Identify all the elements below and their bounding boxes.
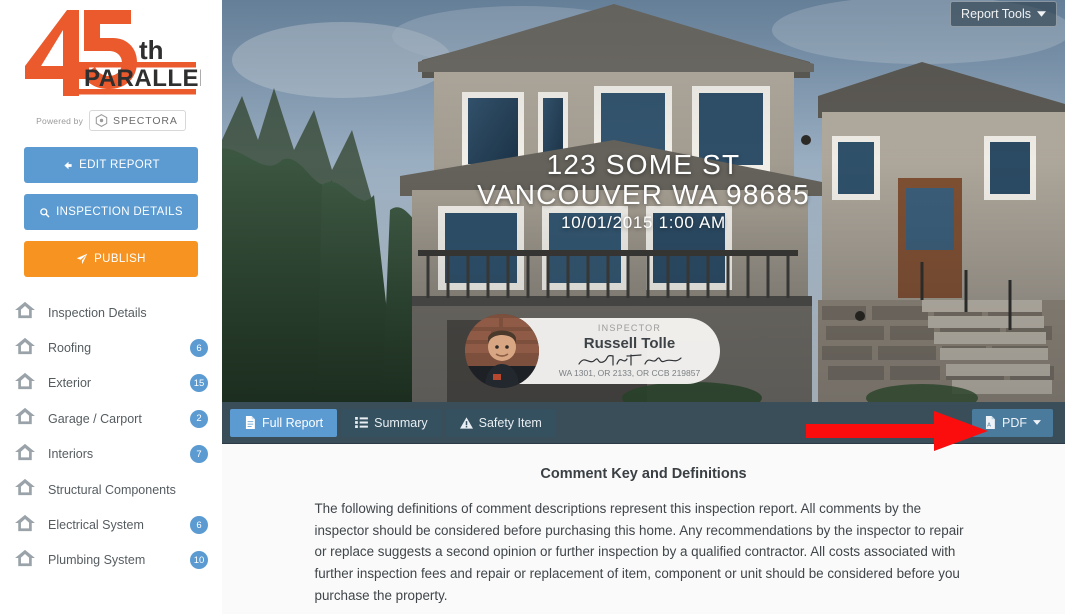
search-icon xyxy=(40,207,50,217)
logo-45th-parallel: th PARALLEL xyxy=(21,4,201,104)
sidebar-item-label: Plumbing System xyxy=(48,553,146,568)
sidebar-item-badge: 15 xyxy=(190,374,208,393)
tab-safety-item-label: Safety Item xyxy=(478,415,542,430)
powered-by: Powered by SPECTORA xyxy=(0,110,222,131)
home-icon xyxy=(14,478,40,501)
sidebar-item-badge: 6 xyxy=(190,339,208,358)
signature-icon xyxy=(577,354,682,366)
svg-text:th: th xyxy=(139,35,164,65)
home-icon xyxy=(14,301,40,324)
report-content: Comment Key and Definitions The followin… xyxy=(222,444,1065,614)
home-icon xyxy=(14,443,40,466)
sidebar: th PARALLEL Powered by SPECTORA xyxy=(0,0,222,614)
sidebar-item-label: Roofing xyxy=(48,341,92,356)
inspector-licenses: WA 1301, OR 2133, OR CCB 219857 xyxy=(558,368,701,379)
spectora-logo-icon xyxy=(95,114,108,127)
sidebar-action-buttons: EDIT REPORT INSPECTION DETAILS PUBLISH xyxy=(0,131,222,277)
inspector-text: INSPECTOR Russell Tolle WA 1301, OR 2133… xyxy=(547,324,712,378)
sidebar-item-badge: 7 xyxy=(190,445,208,464)
home-icon xyxy=(14,407,40,430)
home-icon xyxy=(14,514,40,537)
sidebar-item-garage-carport[interactable]: Garage / Carport 2 xyxy=(0,401,222,436)
sidebar-item-label: Structural Components xyxy=(48,482,176,497)
sidebar-item-label: Exterior xyxy=(48,376,92,391)
address-line-1: 123 SOME ST xyxy=(546,149,741,180)
content-inner: Comment Key and Definitions The followin… xyxy=(315,466,973,607)
inspector-photo xyxy=(465,314,539,388)
list-icon xyxy=(355,417,369,428)
sidebar-item-label: Electrical System xyxy=(48,518,144,533)
publish-button[interactable]: PUBLISH xyxy=(24,241,198,277)
tab-safety-item[interactable]: Safety Item xyxy=(445,408,556,437)
report-tools-label: Report Tools xyxy=(961,7,1031,21)
sidebar-item-label: Inspection Details xyxy=(48,305,147,320)
sidebar-item-interiors[interactable]: Interiors 7 xyxy=(0,437,222,472)
edit-report-button[interactable]: EDIT REPORT xyxy=(24,147,198,183)
sidebar-item-label: Interiors xyxy=(48,447,94,462)
chevron-down-icon xyxy=(1033,420,1041,425)
tab-full-report-label: Full Report xyxy=(262,415,324,430)
sidebar-item-roofing[interactable]: Roofing 6 xyxy=(0,330,222,365)
edit-report-label: EDIT REPORT xyxy=(79,159,160,171)
report-tools-button[interactable]: Report Tools xyxy=(950,1,1057,27)
report-app: th PARALLEL Powered by SPECTORA xyxy=(0,0,1082,614)
main-panel: Report Tools 123 SOME ST VANCOUVER WA 98… xyxy=(222,0,1065,614)
sidebar-item-structural-components[interactable]: Structural Components xyxy=(0,472,222,507)
report-file-icon xyxy=(245,416,255,429)
publish-label: PUBLISH xyxy=(94,253,146,265)
inspector-signature xyxy=(547,352,712,368)
tab-summary[interactable]: Summary xyxy=(341,408,442,437)
sidebar-item-badge: 2 xyxy=(190,409,208,428)
chevron-down-icon xyxy=(1037,11,1046,17)
sidebar-item-exterior[interactable]: Exterior 15 xyxy=(0,366,222,401)
spectora-label: SPECTORA xyxy=(113,114,178,127)
spectora-badge[interactable]: SPECTORA xyxy=(89,110,186,131)
inspection-details-label: INSPECTION DETAILS xyxy=(56,206,183,218)
tab-full-report[interactable]: Full Report xyxy=(230,408,338,437)
inspector-name: Russell Tolle xyxy=(583,335,676,353)
inspector-role-label: INSPECTOR xyxy=(597,323,662,334)
arrow-left-icon xyxy=(64,161,72,169)
home-icon xyxy=(14,549,40,572)
inspector-avatar xyxy=(465,314,539,388)
pdf-label: PDF xyxy=(1002,415,1027,430)
inspection-details-button[interactable]: INSPECTION DETAILS xyxy=(24,194,198,230)
home-icon xyxy=(14,372,40,395)
warning-triangle-icon xyxy=(459,416,473,429)
property-title-block: 123 SOME ST VANCOUVER WA 98685 10/01/201… xyxy=(222,149,1065,233)
powered-by-label: Powered by xyxy=(36,115,84,126)
home-icon xyxy=(14,337,40,360)
logo-graphic: th PARALLEL xyxy=(25,10,201,96)
sidebar-item-inspection-details[interactable]: Inspection Details xyxy=(0,295,222,330)
content-paragraph: The following definitions of comment des… xyxy=(314,501,964,603)
address-line-2: VANCOUVER WA 98685 xyxy=(477,179,810,211)
paper-plane-icon xyxy=(76,253,88,265)
hero-header: Report Tools 123 SOME ST VANCOUVER WA 98… xyxy=(222,0,1065,402)
tab-summary-label: Summary xyxy=(374,415,428,430)
sidebar-item-electrical-system[interactable]: Electrical System 6 xyxy=(0,507,222,542)
sidebar-item-plumbing-system[interactable]: Plumbing System 10 xyxy=(0,543,222,578)
inspection-datetime: 10/01/2015 1:00 AM xyxy=(561,213,726,233)
sidebar-item-label: Garage / Carport xyxy=(48,411,142,426)
content-heading: Comment Key and Definitions xyxy=(540,466,747,482)
sidebar-nav: Inspection Details Roofing 6 Exterior 15 xyxy=(0,295,222,578)
inspector-card[interactable]: INSPECTOR Russell Tolle WA 1301, OR 2133… xyxy=(465,314,720,388)
svg-text:PARALLEL: PARALLEL xyxy=(84,65,201,92)
annotation-arrow-icon xyxy=(806,411,988,451)
sidebar-item-badge: 10 xyxy=(190,551,208,570)
sidebar-item-badge: 6 xyxy=(190,516,208,535)
brand-logo[interactable]: th PARALLEL xyxy=(0,0,222,104)
